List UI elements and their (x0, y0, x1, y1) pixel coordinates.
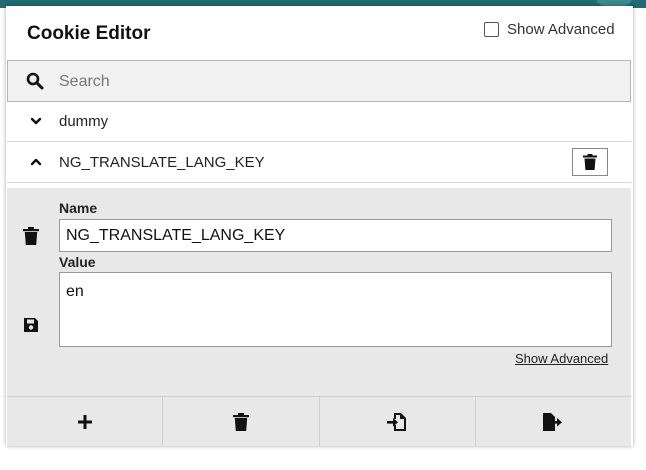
import-button[interactable] (320, 397, 476, 446)
export-button[interactable] (476, 397, 631, 446)
footer-toolbar (7, 396, 631, 446)
chevron-down-icon[interactable] (29, 114, 43, 128)
page-title: Cookie Editor (27, 23, 151, 44)
delete-cookie-button[interactable] (572, 148, 608, 176)
trash-icon (583, 154, 597, 170)
import-icon (387, 412, 407, 431)
name-field[interactable]: NG_TRANSLATE_LANG_KEY (59, 219, 612, 252)
add-cookie-button[interactable] (7, 397, 164, 446)
show-advanced-link[interactable]: Show Advanced (515, 351, 608, 366)
export-icon (543, 412, 563, 431)
cookie-row-dummy[interactable]: dummy (7, 102, 631, 142)
name-label: Name (59, 200, 98, 216)
save-icon[interactable] (23, 317, 39, 333)
cookie-name: NG_TRANSLATE_LANG_KEY (59, 154, 265, 171)
header: Cookie Editor Show Advanced (6, 6, 633, 60)
delete-all-button[interactable] (163, 397, 320, 446)
show-advanced-label: Show Advanced (507, 21, 615, 38)
cookie-editor-popup: Cookie Editor Show Advanced Search dummy (6, 6, 633, 446)
add-icon (77, 414, 92, 429)
search-icon (26, 72, 44, 90)
trash-icon (232, 412, 249, 431)
search-input[interactable]: Search (59, 73, 110, 91)
show-advanced-checkbox[interactable] (484, 22, 499, 37)
value-label: Value (59, 254, 96, 270)
cookie-name: dummy (59, 113, 109, 130)
chevron-up-icon[interactable] (29, 155, 43, 169)
value-field[interactable]: en (59, 272, 612, 347)
cookie-edit-panel: Name NG_TRANSLATE_LANG_KEY Value en Show… (7, 188, 631, 396)
search-bar[interactable]: Search (7, 60, 631, 102)
show-advanced-toggle[interactable]: Show Advanced (484, 21, 615, 38)
trash-icon[interactable] (23, 227, 39, 245)
cookie-row-ng-translate[interactable]: NG_TRANSLATE_LANG_KEY (7, 143, 631, 183)
